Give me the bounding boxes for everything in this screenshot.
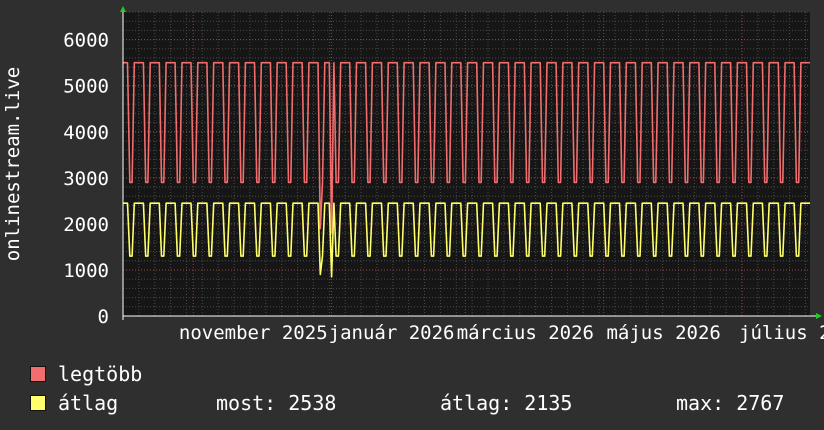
- x-axis-arrow: [816, 313, 822, 319]
- y-tick-label: 0: [98, 306, 109, 328]
- y-tick-label: 3000: [63, 168, 109, 190]
- x-tick-label: július 2026: [739, 322, 824, 344]
- y-tick-label: 1000: [63, 260, 109, 282]
- legend-label-atlag: átlag: [58, 391, 119, 415]
- legend-row-legtobb: legtöbb: [30, 362, 820, 388]
- legend-swatch-atlag: [30, 395, 46, 411]
- y-axis-arrow: [120, 6, 126, 12]
- x-tick-label: január 2026: [329, 322, 455, 344]
- y-tick-label: 4000: [63, 122, 109, 144]
- stat-most: most: 2538: [216, 391, 337, 415]
- y-tick-label: 5000: [63, 76, 109, 98]
- legend-row-atlag: átlag most: 2538 átlag: 2135 max: 2767: [30, 391, 820, 417]
- legend-label-legtobb: legtöbb: [58, 362, 143, 386]
- y-tick-label: 6000: [63, 30, 109, 52]
- x-tick-label: május 2026: [606, 322, 720, 344]
- stat-max: max: 2767: [676, 391, 785, 415]
- stat-atlag: átlag: 2135: [440, 391, 573, 415]
- x-tick-label: november 2025: [179, 322, 328, 344]
- legend-swatch-legtobb: [30, 366, 46, 382]
- y-tick-label: 2000: [63, 214, 109, 236]
- x-tick-label: március 2026: [457, 322, 594, 344]
- y-axis-label: onlinestream.live: [2, 67, 24, 261]
